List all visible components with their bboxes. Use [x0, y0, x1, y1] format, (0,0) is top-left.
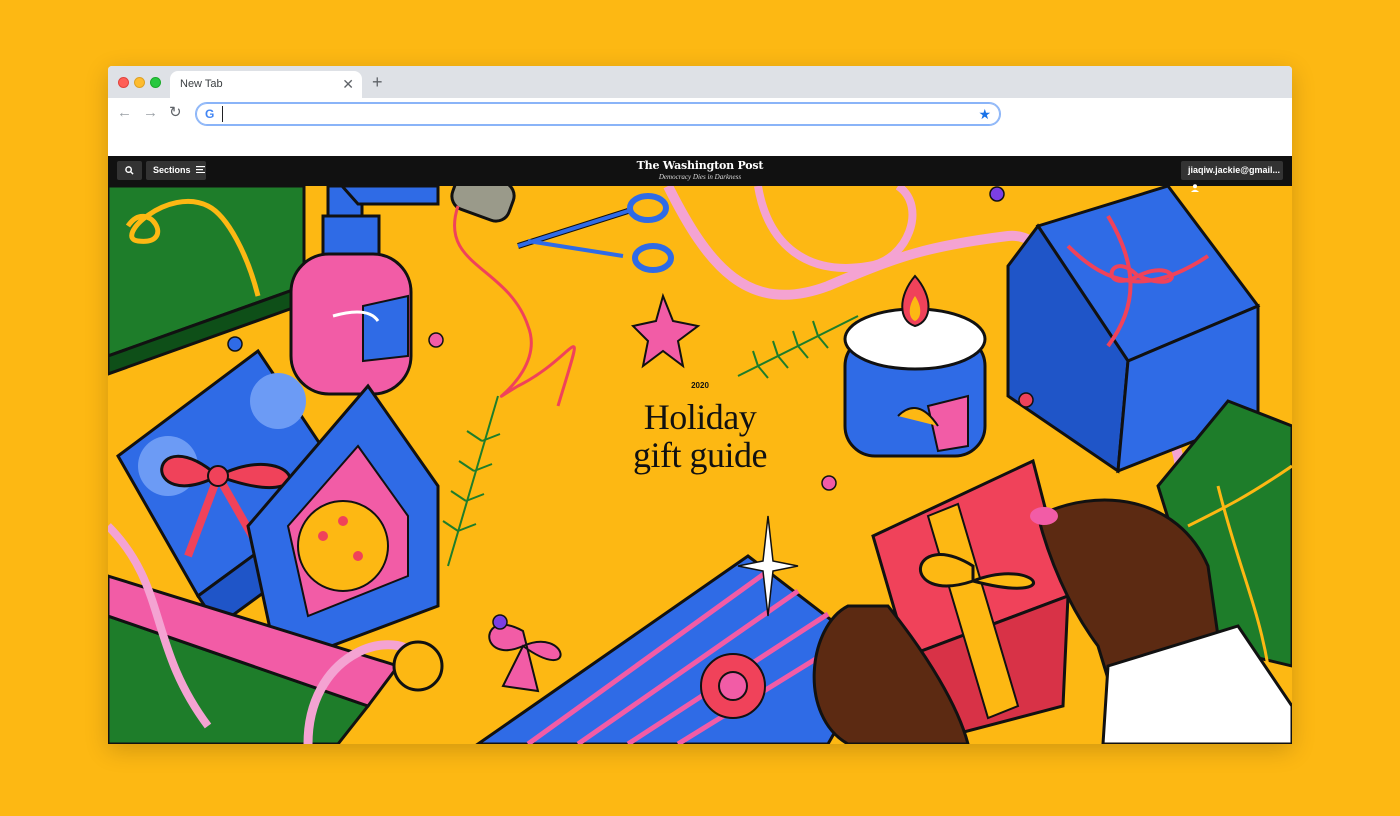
star-icon[interactable]: ★ [978, 105, 991, 123]
browser-toolbar: ← → ↻ G ★ [108, 98, 1292, 156]
reload-icon[interactable]: ↻ [169, 104, 182, 122]
browser-window: New Tab ✕ + ← → ↻ G ★ Sections The Washi… [108, 66, 1292, 744]
back-arrow-icon[interactable]: ← [117, 104, 132, 122]
masthead-name: The Washington Post [636, 159, 764, 172]
site-header: Sections The Washington Post Democracy D… [108, 156, 1292, 192]
hero-title-block: 2020 Holiday gift guide [578, 381, 822, 474]
hero-title-line2: gift guide [633, 435, 767, 475]
pink-bow [488, 623, 562, 693]
soap-bottle [289, 186, 440, 396]
pine-sprig-left [442, 395, 501, 567]
address-bar[interactable]: G ★ [195, 102, 1001, 126]
thread-spool [450, 186, 576, 407]
account-label: jiaqiw.jackie@gmail... [1188, 165, 1280, 175]
star-ornament [630, 292, 701, 369]
tab-strip: New Tab ✕ + [108, 66, 1292, 98]
masthead-logo[interactable]: The Washington Post Democracy Dies in Da… [108, 159, 1292, 181]
tab-title: New Tab [180, 78, 223, 90]
close-window-button[interactable] [118, 77, 129, 88]
tab-new-tab[interactable]: New Tab ✕ [170, 71, 362, 98]
google-icon: G [205, 107, 215, 121]
maximize-window-button[interactable] [150, 77, 161, 88]
web-page: Sections The Washington Post Democracy D… [108, 156, 1292, 744]
green-gift-top-left [108, 186, 306, 376]
close-icon[interactable]: ✕ [342, 76, 354, 92]
address-input[interactable] [222, 106, 963, 122]
masthead-tagline: Democracy Dies in Darkness [658, 173, 742, 181]
new-tab-button[interactable]: + [372, 72, 383, 92]
minimize-window-button[interactable] [134, 77, 145, 88]
pine-sprig-top [737, 315, 859, 379]
hero-title-line1: Holiday [643, 397, 757, 437]
forward-arrow-icon[interactable]: → [143, 104, 158, 122]
hero-year: 2020 [691, 381, 709, 390]
scissors [517, 193, 674, 273]
account-button[interactable]: jiaqiw.jackie@gmail... [1181, 161, 1283, 192]
candle [843, 274, 987, 458]
